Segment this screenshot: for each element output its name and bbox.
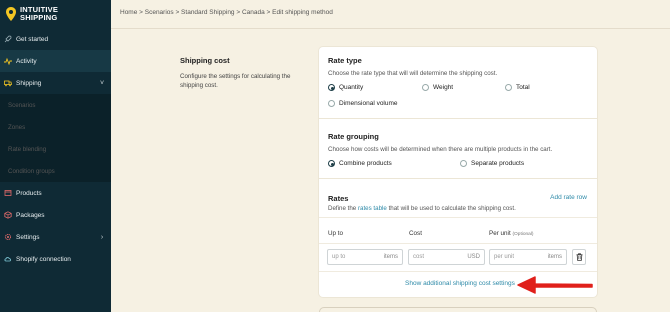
combine-products-radio[interactable]: Combine products	[328, 160, 392, 167]
rate-type-quantity-radio[interactable]: Quantity	[328, 84, 363, 91]
package-icon	[4, 211, 12, 219]
sidebar-item-packages[interactable]: Packages	[0, 204, 111, 226]
rate-type-subtitle: Choose the rate type that will will dete…	[328, 70, 498, 77]
input-suffix: items	[383, 254, 398, 260]
sidebar-item-label: Get started	[16, 35, 49, 43]
sidebar-item-label: Shipping	[16, 79, 42, 87]
trash-icon	[576, 253, 582, 261]
section-description: Configure the settings for calculating t…	[180, 73, 291, 89]
radio-icon	[422, 84, 429, 91]
chevron-down-icon: ˅	[99, 79, 105, 87]
gear-icon	[4, 233, 12, 241]
brand-name: INTUITIVE SHIPPING	[20, 6, 58, 22]
input-suffix: items	[547, 254, 562, 260]
divider	[319, 271, 597, 272]
rates-description-text: that will be used to calculate the shipp…	[386, 205, 516, 212]
shipping-cost-card: Rate type Choose the rate type that will…	[319, 47, 597, 297]
radio-label: Separate products	[471, 160, 525, 167]
rate-type-dimensional-volume-radio[interactable]: Dimensional volume	[328, 100, 398, 107]
sidebar-item-scenarios[interactable]: Scenarios	[0, 94, 111, 116]
rate-grouping-subtitle: Choose how costs will be determined when…	[328, 146, 553, 153]
radio-label: Dimensional volume	[339, 100, 398, 107]
column-up-to: Up to	[328, 230, 344, 237]
sidebar-item-label: Zones	[8, 123, 26, 131]
red-arrow-annotation	[517, 276, 593, 294]
cloud-icon	[4, 255, 12, 263]
input-suffix: USD	[467, 254, 480, 260]
column-per-unit: Per unit (Optional)	[489, 230, 534, 237]
brand-name-line2: SHIPPING	[20, 13, 58, 22]
sidebar-item-label: Activity	[16, 57, 37, 65]
rate-type-total-radio[interactable]: Total	[505, 84, 530, 91]
sidebar-item-settings[interactable]: Settings ›	[0, 226, 111, 248]
breadcrumb[interactable]: Home > Scenarios > Standard Shipping > C…	[120, 9, 333, 16]
activity-icon	[4, 57, 12, 65]
optional-note: (Optional)	[512, 232, 534, 237]
per-unit-input[interactable]: per unit items	[489, 249, 567, 265]
radio-icon	[460, 160, 467, 167]
sidebar-item-zones[interactable]: Zones	[0, 116, 111, 138]
divider	[319, 243, 597, 244]
sidebar-item-get-started[interactable]: Get started	[0, 28, 111, 50]
rate-type-weight-radio[interactable]: Weight	[422, 84, 453, 91]
divider	[319, 178, 597, 179]
box-icon	[4, 189, 12, 197]
input-placeholder: cost	[413, 254, 425, 260]
header-divider	[111, 28, 670, 29]
column-cost: Cost	[409, 230, 422, 237]
section-title: Shipping cost	[180, 56, 230, 65]
separate-products-radio[interactable]: Separate products	[460, 160, 524, 167]
rates-table-link[interactable]: rates table	[358, 205, 387, 212]
sidebar-item-shipping[interactable]: Shipping ˅	[0, 72, 111, 94]
next-card-edge	[319, 307, 597, 312]
divider	[319, 118, 597, 119]
add-rate-row-link[interactable]: Add rate row	[550, 194, 587, 201]
sidebar-item-label: Condition groups	[8, 167, 55, 175]
brand-logo[interactable]: INTUITIVE SHIPPING	[0, 0, 111, 28]
input-placeholder: per unit	[494, 254, 515, 260]
location-pin-icon	[6, 7, 16, 21]
sidebar-item-label: Products	[16, 189, 42, 197]
show-additional-settings-link[interactable]: Show additional shipping cost settings	[405, 280, 515, 287]
up-to-input[interactable]: up to items	[327, 249, 403, 265]
column-per-unit-label: Per unit	[489, 230, 511, 237]
sidebar-item-label: Settings	[16, 233, 40, 241]
sidebar-item-label: Scenarios	[8, 101, 36, 109]
radio-icon	[505, 84, 512, 91]
truck-icon	[4, 79, 12, 87]
radio-selected-icon	[328, 84, 335, 91]
rates-title: Rates	[328, 194, 349, 203]
rate-type-title: Rate type	[328, 56, 362, 65]
input-placeholder: up to	[332, 254, 346, 260]
sidebar-item-condition-groups[interactable]: Condition groups	[0, 160, 111, 182]
rate-grouping-title: Rate grouping	[328, 132, 379, 141]
rates-description-text: Define the	[328, 205, 358, 212]
sidebar-item-rate-blending[interactable]: Rate blending	[0, 138, 111, 160]
sidebar-item-activity[interactable]: Activity	[0, 50, 111, 72]
radio-icon	[328, 100, 335, 107]
radio-selected-icon	[328, 160, 335, 167]
rocket-icon	[4, 35, 12, 43]
sidebar-item-products[interactable]: Products	[0, 182, 111, 204]
sidebar-item-label: Shopify connection	[16, 255, 71, 263]
delete-row-button[interactable]	[572, 249, 586, 265]
radio-label: Quantity	[339, 84, 364, 91]
rates-description: Define the rates table that will be used…	[328, 205, 516, 212]
chevron-right-icon: ›	[100, 233, 104, 241]
radio-label: Combine products	[339, 160, 392, 167]
sidebar: INTUITIVE SHIPPING Get started Activity …	[0, 0, 111, 312]
sidebar-item-label: Packages	[16, 211, 45, 219]
sidebar-item-shopify-connection[interactable]: Shopify connection	[0, 248, 111, 270]
radio-label: Weight	[433, 84, 454, 91]
radio-label: Total	[516, 84, 530, 91]
divider	[319, 217, 597, 218]
sidebar-item-label: Rate blending	[8, 145, 47, 153]
cost-input[interactable]: cost USD	[408, 249, 485, 265]
